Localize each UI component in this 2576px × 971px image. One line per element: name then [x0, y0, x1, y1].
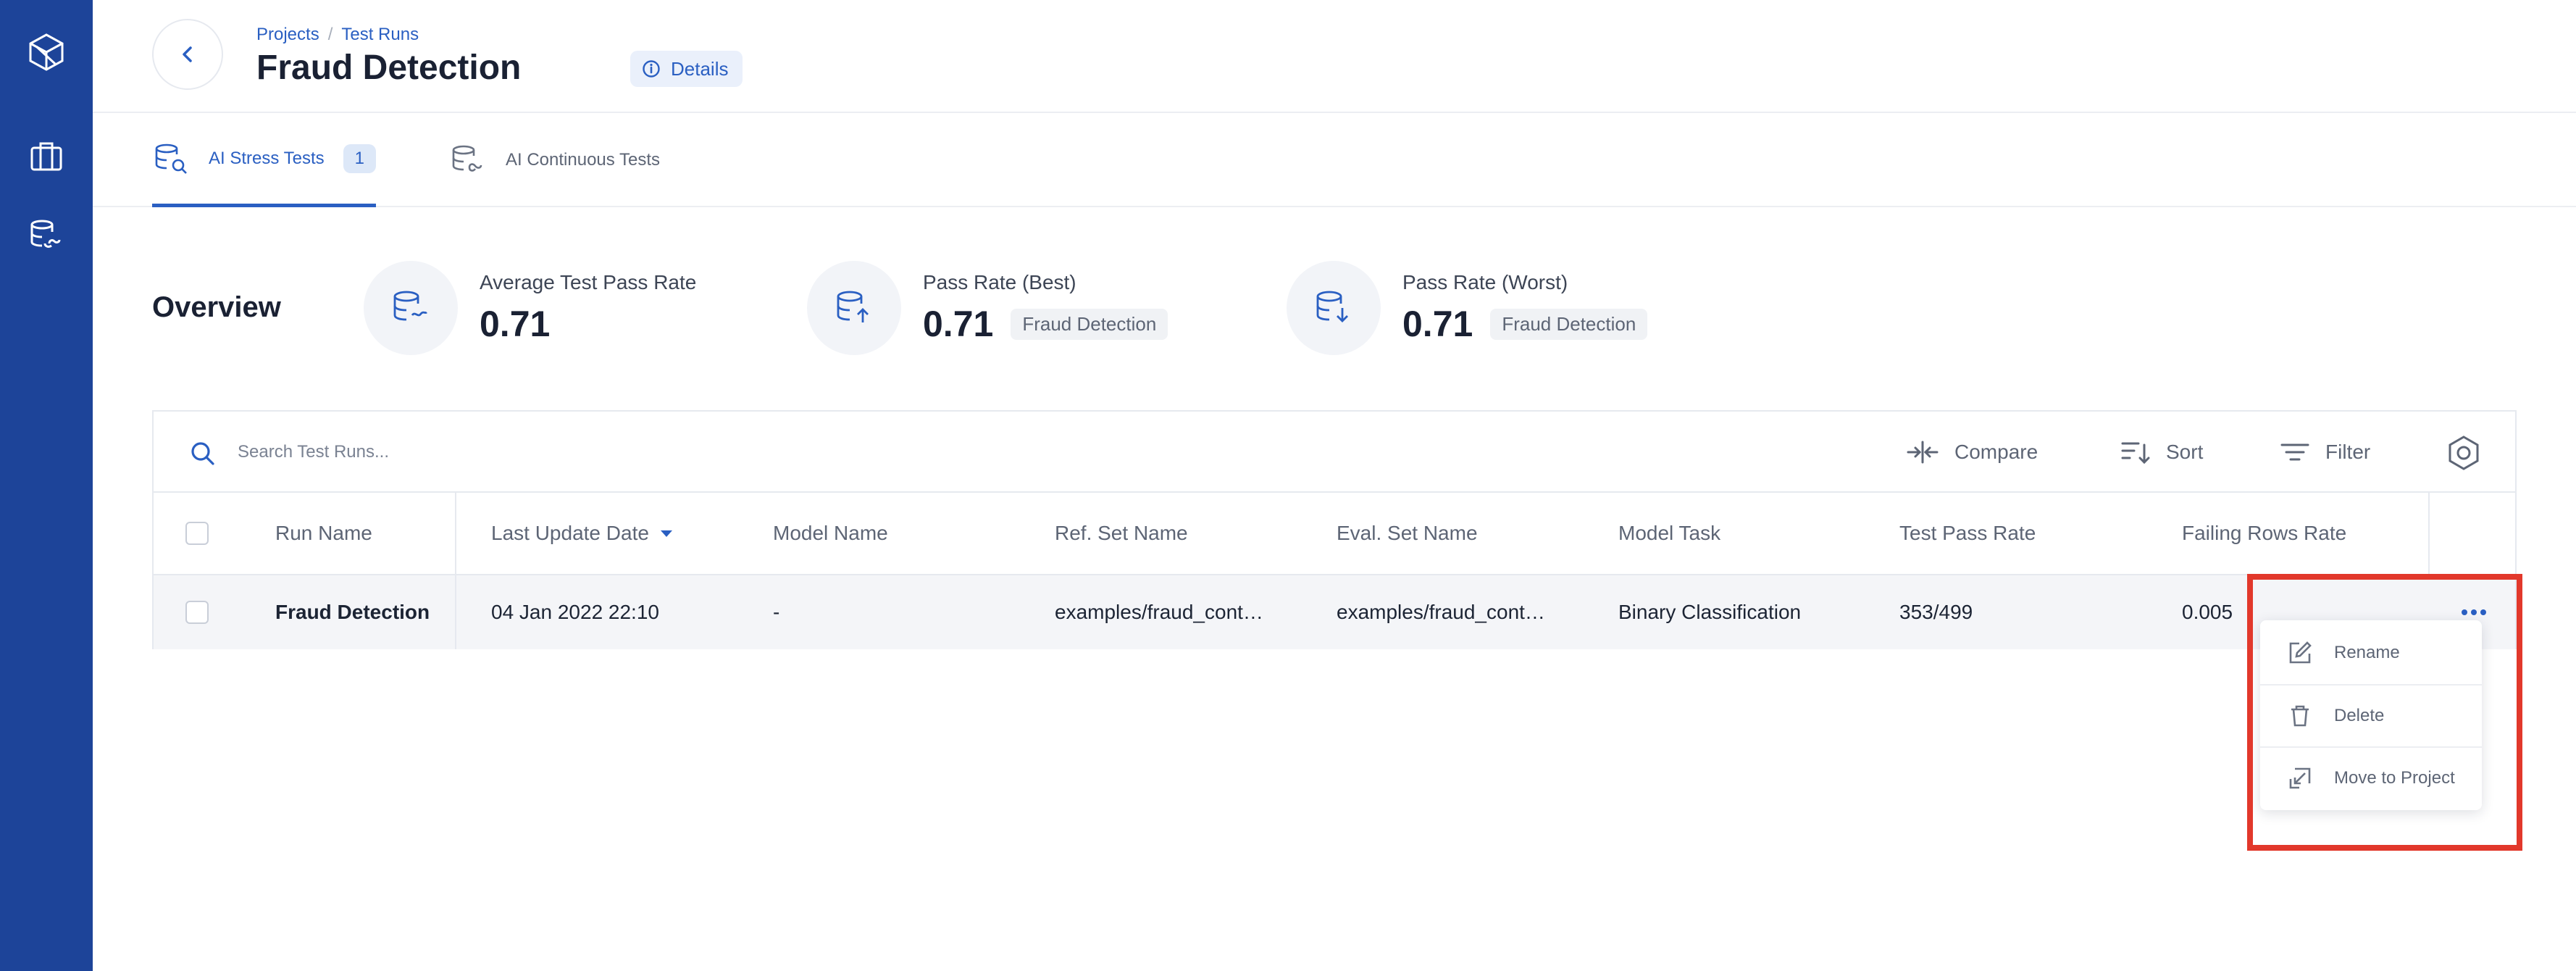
database-arrow-down-icon [1287, 261, 1381, 355]
column-header-model-name[interactable]: Model Name [773, 493, 888, 574]
cell-last-update-date: 04 Jan 2022 22:10 [491, 601, 659, 623]
column-divider [2428, 493, 2430, 574]
column-divider [455, 575, 456, 649]
select-all-cell [185, 493, 209, 574]
metric-pass-rate-worst: Pass Rate (Worst) 0.71 Fraud Detection [1287, 261, 1648, 355]
tabs-bar: AI Stress Tests 1 AI Continuous Tests [93, 113, 2576, 207]
edit-icon [2289, 641, 2312, 664]
row-select-cell [185, 575, 209, 649]
breadcrumb-separator: / [327, 25, 333, 44]
sort-button[interactable]: Sort [2120, 433, 2203, 471]
metric-pass-rate-best: Pass Rate (Best) 0.71 Fraud Detection [807, 261, 1168, 355]
menu-item-delete[interactable]: Delete [2260, 684, 2482, 746]
details-button[interactable]: Details [630, 51, 743, 87]
column-header-last-update-date[interactable]: Last Update Date [491, 493, 674, 574]
column-header-model-task[interactable]: Model Task [1618, 493, 1720, 574]
cell-run-name[interactable]: Fraud Detection [275, 575, 430, 649]
metric-label: Pass Rate (Worst) [1402, 271, 1568, 293]
select-all-checkbox[interactable] [185, 522, 209, 545]
breadcrumb-test-runs[interactable]: Test Runs [341, 25, 419, 45]
tab-ai-stress-tests[interactable]: AI Stress Tests 1 [152, 113, 376, 207]
menu-item-move-to-project[interactable]: Move to Project [2260, 746, 2482, 809]
compare-icon [1907, 441, 1939, 464]
tab-ai-continuous-tests[interactable]: AI Continuous Tests [449, 113, 660, 207]
sort-icon [2121, 442, 2150, 464]
trash-icon [2291, 705, 2309, 727]
compare-button[interactable]: Compare [1905, 433, 2038, 471]
move-icon [2289, 767, 2311, 789]
row-context-menu: Rename Delete Move to Project [2260, 620, 2482, 810]
database-search-icon [155, 143, 187, 174]
filter-label: Filter [2325, 441, 2371, 463]
column-header-eval-set-name[interactable]: Eval. Set Name [1337, 493, 1478, 574]
menu-item-label: Delete [2334, 706, 2385, 725]
cell-test-pass-rate: 353/499 [1899, 601, 1973, 623]
metric-average-pass-rate: Average Test Pass Rate 0.71 [364, 261, 696, 355]
column-header-label: Last Update Date [491, 522, 649, 544]
metric-label: Pass Rate (Best) [923, 271, 1076, 293]
column-divider [455, 493, 456, 574]
page-title: Fraud Detection [256, 49, 522, 87]
menu-item-rename[interactable]: Rename [2260, 622, 2482, 684]
search-input[interactable] [238, 433, 817, 471]
cell-eval-set-name: examples/fraud_cont… [1337, 601, 1545, 623]
settings-gear-icon[interactable] [2446, 435, 2482, 471]
cell-ref-set-name: examples/fraud_cont… [1055, 601, 1263, 623]
cell-failing-rows-rate: 0.005 [2182, 601, 2233, 623]
metric-value: 0.71 [480, 304, 551, 344]
back-button[interactable] [152, 19, 223, 90]
column-header-ref-set-name[interactable]: Ref. Set Name [1055, 493, 1188, 574]
overview-title: Overview [152, 291, 281, 323]
row-checkbox[interactable] [185, 601, 209, 624]
metric-tag: Fraud Detection [1011, 308, 1168, 340]
compare-label: Compare [1954, 441, 2038, 463]
metric-tag: Fraud Detection [1490, 308, 1648, 340]
sidebar [0, 0, 93, 971]
sort-label: Sort [2166, 441, 2204, 463]
column-header-test-pass-rate[interactable]: Test Pass Rate [1899, 493, 2036, 574]
table-header-row: Run Name Last Update Date Model Name Ref… [154, 493, 2515, 575]
database-trend-icon [364, 261, 458, 355]
search-icon[interactable] [188, 439, 217, 468]
filter-button[interactable]: Filter [2279, 433, 2370, 471]
logo-icon[interactable] [26, 32, 67, 72]
table-toolbar: Compare Sort Filter [154, 412, 2515, 493]
briefcase-icon[interactable] [26, 136, 67, 177]
cell-model-name: - [773, 601, 780, 623]
database-continuous-icon [452, 145, 482, 172]
chevron-left-icon [183, 46, 192, 62]
tab-label: AI Stress Tests [209, 148, 325, 168]
cell-model-task: Binary Classification [1618, 601, 1802, 623]
column-header-failing-rows-rate[interactable]: Failing Rows Rate [2182, 493, 2346, 574]
menu-item-label: Move to Project [2334, 768, 2455, 788]
sort-desc-icon [660, 530, 672, 537]
info-icon [643, 60, 660, 78]
tab-count-badge: 1 [343, 143, 376, 173]
test-runs-table: Compare Sort Filter [152, 410, 2517, 649]
page-header: Projects / Test Runs Fraud Detection Det… [93, 0, 2576, 113]
tab-label: AI Continuous Tests [506, 150, 661, 170]
breadcrumb-projects[interactable]: Projects [256, 25, 319, 45]
breadcrumb: Projects / Test Runs [256, 25, 419, 45]
column-header-run-name[interactable]: Run Name [275, 493, 372, 574]
database-arrow-up-icon [807, 261, 901, 355]
metric-label: Average Test Pass Rate [480, 271, 697, 293]
filter-icon [2280, 443, 2309, 461]
table-row[interactable]: Fraud Detection 04 Jan 2022 22:10 - exam… [154, 575, 2515, 649]
details-label: Details [671, 57, 729, 80]
metric-value: 0.71 [923, 304, 994, 344]
metric-value: 0.71 [1402, 304, 1473, 344]
database-continuous-icon[interactable] [26, 214, 67, 255]
menu-item-label: Rename [2334, 643, 2400, 662]
